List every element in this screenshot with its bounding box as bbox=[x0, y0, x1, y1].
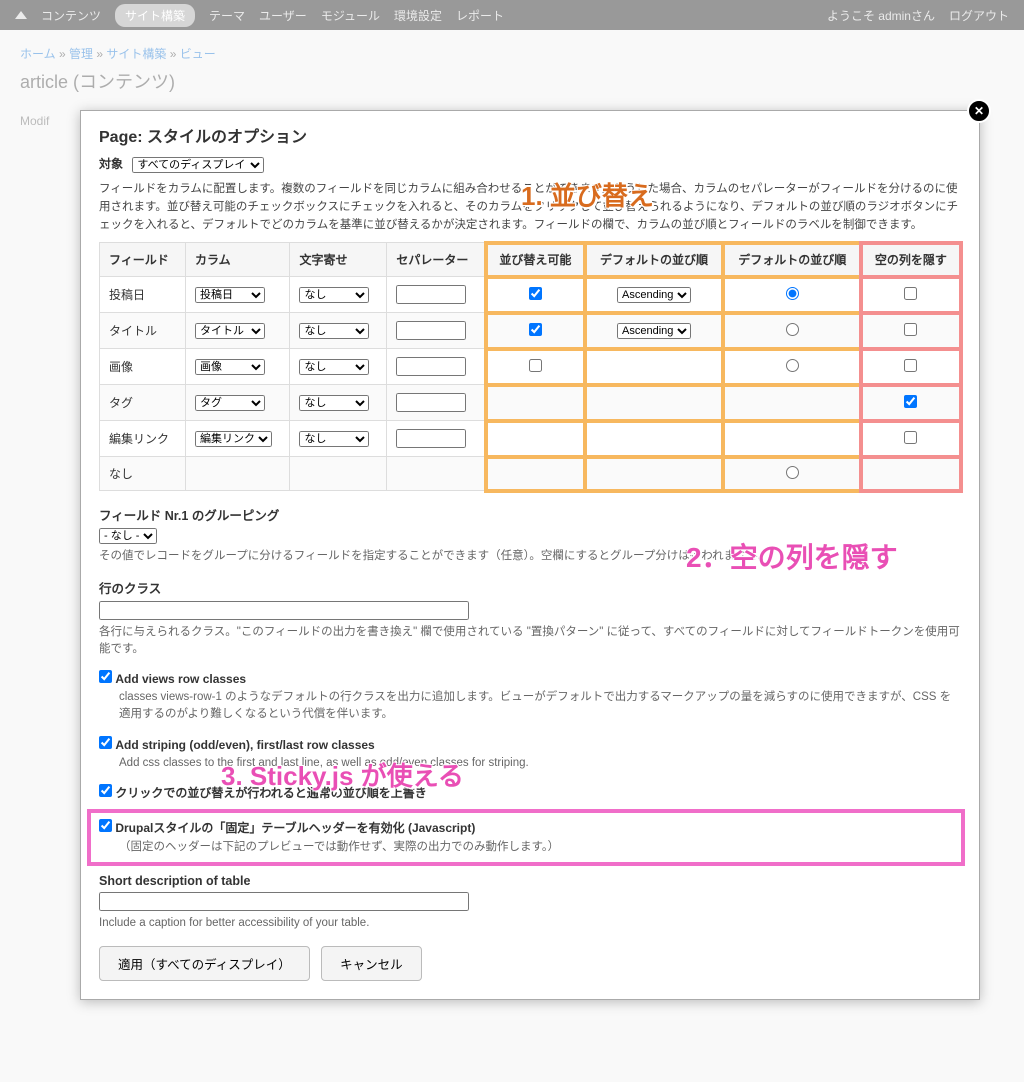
table-row: 画像画像なし bbox=[100, 349, 961, 385]
scope-label: 対象 bbox=[99, 157, 123, 171]
add-row-classes-checkbox[interactable] bbox=[99, 670, 112, 683]
column-select[interactable]: タグ bbox=[195, 395, 265, 411]
default-sort-radio[interactable] bbox=[786, 323, 799, 336]
column-select[interactable]: 投稿日 bbox=[195, 287, 265, 303]
sticky-header-checkbox[interactable] bbox=[99, 819, 112, 832]
sortable-checkbox[interactable] bbox=[529, 323, 542, 336]
short-desc-label: Short description of table bbox=[99, 874, 961, 888]
hide-empty-checkbox[interactable] bbox=[904, 359, 917, 372]
default-sort-radio[interactable] bbox=[786, 466, 799, 479]
scope-select[interactable]: すべてのディスプレイ bbox=[132, 157, 264, 173]
striping-checkbox[interactable] bbox=[99, 736, 112, 749]
grouping-label: フィールド Nr.1 のグルーピング bbox=[99, 505, 961, 524]
separator-input[interactable] bbox=[396, 429, 466, 448]
hide-empty-checkbox[interactable] bbox=[904, 287, 917, 300]
separator-input[interactable] bbox=[396, 321, 466, 340]
row-class-input[interactable] bbox=[99, 601, 469, 620]
short-desc-input[interactable] bbox=[99, 892, 469, 911]
default-sort-radio[interactable] bbox=[786, 359, 799, 372]
dialog-title: Page: スタイルのオプション bbox=[99, 123, 961, 147]
align-select[interactable]: なし bbox=[299, 431, 369, 447]
fields-table: フィールド カラム 文字寄せ セパレーター 並び替え可能 デフォルトの並び順 デ… bbox=[99, 242, 961, 491]
row-class-desc: 各行に与えられるクラス。"このフィールドの出力を書き換え" 欄で使用されている … bbox=[99, 624, 961, 659]
column-select[interactable]: タイトル bbox=[195, 323, 265, 339]
default-sort-radio[interactable] bbox=[786, 287, 799, 300]
separator-input[interactable] bbox=[396, 393, 466, 412]
cancel-button[interactable]: キャンセル bbox=[321, 946, 422, 981]
table-row: 編集リンク編集リンクなし bbox=[100, 421, 961, 457]
hide-empty-checkbox[interactable] bbox=[904, 395, 917, 408]
align-select[interactable]: なし bbox=[299, 359, 369, 375]
align-select[interactable]: なし bbox=[299, 323, 369, 339]
sortable-checkbox[interactable] bbox=[529, 359, 542, 372]
sortable-checkbox[interactable] bbox=[529, 287, 542, 300]
apply-button[interactable]: 適用（すべてのディスプレイ） bbox=[99, 946, 310, 981]
grouping-select[interactable]: - なし - bbox=[99, 528, 157, 544]
dialog-description: フィールドをカラムに配置します。複数のフィールドを同じカラムに組み合わせることが… bbox=[99, 181, 961, 234]
hide-empty-checkbox[interactable] bbox=[904, 323, 917, 336]
align-select[interactable]: なし bbox=[299, 395, 369, 411]
order-select[interactable]: Ascending bbox=[617, 287, 691, 303]
grouping-desc: その値でレコードをグループに分けるフィールドを指定することができます（任意）。空… bbox=[99, 548, 961, 565]
column-select[interactable]: 画像 bbox=[195, 359, 265, 375]
table-row: タイトルタイトルなしAscending bbox=[100, 313, 961, 349]
align-select[interactable]: なし bbox=[299, 287, 369, 303]
column-select[interactable]: 編集リンク bbox=[195, 431, 272, 447]
table-row: タグタグなし bbox=[100, 385, 961, 421]
hide-empty-checkbox[interactable] bbox=[904, 431, 917, 444]
separator-input[interactable] bbox=[396, 357, 466, 376]
separator-input[interactable] bbox=[396, 285, 466, 304]
table-row: 投稿日投稿日なしAscending bbox=[100, 277, 961, 313]
order-select[interactable]: Ascending bbox=[617, 323, 691, 339]
style-options-dialog: ✕ 1. 並び替え 2．空の列を隠す 3. Sticky.js が使える Pag… bbox=[80, 110, 980, 1000]
table-row: なし bbox=[100, 457, 961, 491]
row-class-label: 行のクラス bbox=[99, 578, 961, 597]
click-sort-checkbox[interactable] bbox=[99, 784, 112, 797]
